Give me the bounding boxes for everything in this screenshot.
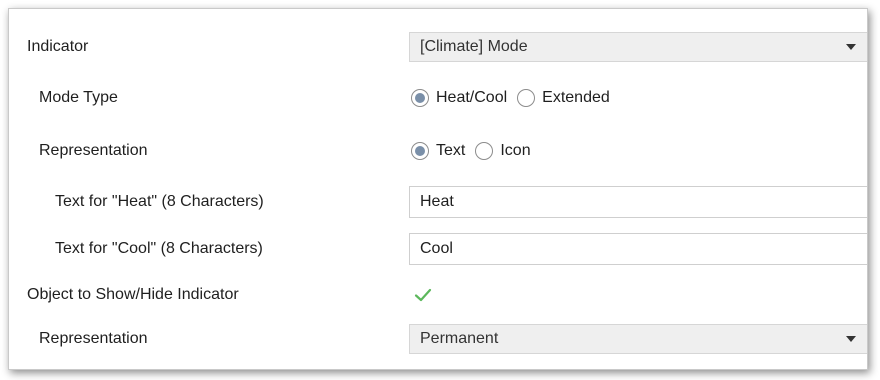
- mode-type-option-extended[interactable]: Extended: [517, 89, 610, 107]
- text-cool-control: Cool: [409, 232, 867, 266]
- text-cool-input[interactable]: Cool: [409, 233, 867, 265]
- indicator-label: Indicator: [27, 38, 89, 55]
- mode-type-row: Mode Type Heat/Cool Extended: [9, 81, 867, 115]
- check-icon: [414, 288, 432, 302]
- visibility-representation-dropdown-value: Permanent: [420, 330, 499, 347]
- indicator-dropdown[interactable]: [Climate] Mode: [409, 32, 867, 62]
- show-hide-object-row: Object to Show/Hide Indicator: [9, 278, 867, 312]
- show-hide-object-control: [409, 278, 867, 312]
- text-heat-row: Text for "Heat" (8 Characters) Heat: [9, 185, 867, 219]
- show-hide-object-checkbox[interactable]: [413, 285, 433, 305]
- representation-option-icon[interactable]: Icon: [475, 142, 531, 160]
- text-cool-row: Text for "Cool" (8 Characters) Cool: [9, 232, 867, 266]
- representation-label: Representation: [39, 142, 148, 159]
- text-heat-input-value: Heat: [420, 193, 454, 210]
- visibility-representation-label: Representation: [39, 330, 148, 347]
- radio-unselected-icon[interactable]: [475, 142, 494, 160]
- indicator-control: [Climate] Mode: [409, 30, 867, 64]
- visibility-representation-row: Representation Permanent: [9, 322, 867, 356]
- show-hide-object-label: Object to Show/Hide Indicator: [27, 286, 239, 303]
- radio-selected-icon[interactable]: [411, 89, 429, 107]
- visibility-representation-control: Permanent: [409, 322, 867, 356]
- text-heat-input[interactable]: Heat: [409, 186, 867, 218]
- text-cool-input-value: Cool: [420, 240, 453, 257]
- mode-type-control: Heat/Cool Extended: [409, 81, 867, 115]
- representation-row: Representation Text Icon: [9, 134, 867, 168]
- radio-selected-icon[interactable]: [411, 142, 429, 160]
- mode-type-option-heat-cool[interactable]: Heat/Cool: [411, 89, 507, 107]
- chevron-down-icon: [846, 336, 856, 342]
- representation-control: Text Icon: [409, 134, 867, 168]
- representation-radio-group: Text Icon: [411, 142, 541, 160]
- indicator-dropdown-value: [Climate] Mode: [420, 38, 528, 55]
- indicator-row: Indicator [Climate] Mode: [9, 30, 867, 64]
- representation-option-icon-label: Icon: [500, 142, 531, 159]
- text-cool-label: Text for "Cool" (8 Characters): [55, 240, 263, 257]
- visibility-representation-dropdown[interactable]: Permanent: [409, 324, 867, 354]
- mode-type-radio-group: Heat/Cool Extended: [411, 89, 620, 107]
- representation-option-text[interactable]: Text: [411, 142, 465, 160]
- mode-type-option-extended-label: Extended: [542, 89, 610, 106]
- indicator-settings-panel: Indicator [Climate] Mode Mode Type Heat/…: [8, 8, 868, 370]
- representation-option-text-label: Text: [436, 142, 466, 159]
- radio-unselected-icon[interactable]: [517, 89, 536, 107]
- mode-type-option-heat-cool-label: Heat/Cool: [436, 89, 508, 106]
- chevron-down-icon: [846, 44, 856, 50]
- text-heat-label: Text for "Heat" (8 Characters): [55, 193, 264, 210]
- mode-type-label: Mode Type: [39, 89, 118, 106]
- text-heat-control: Heat: [409, 185, 867, 219]
